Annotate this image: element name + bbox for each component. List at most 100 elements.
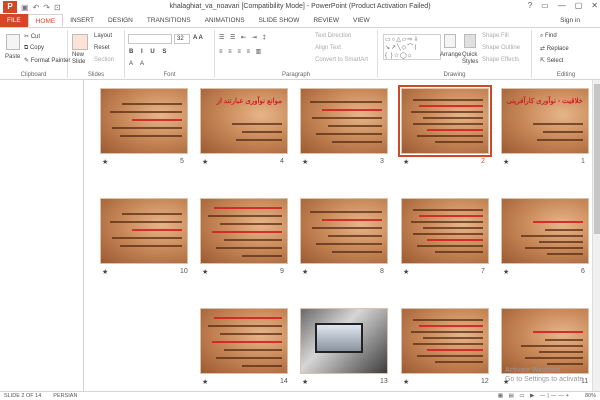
- slide-thumbnail[interactable]: [300, 308, 388, 374]
- convert-smartart-button[interactable]: Convert to SmartArt: [315, 57, 368, 63]
- slide-text-line: [220, 223, 282, 225]
- scrollbar-thumb[interactable]: [594, 84, 600, 234]
- slide-thumbnail[interactable]: [398, 85, 492, 157]
- slide-text-line: [332, 251, 382, 253]
- tab-file[interactable]: FILE: [0, 14, 28, 27]
- slide-thumbnail[interactable]: [501, 308, 589, 374]
- align-text-button[interactable]: Align Text: [315, 45, 341, 51]
- transition-star-icon[interactable]: ★: [302, 378, 308, 386]
- sign-in-link[interactable]: Sign in: [560, 17, 580, 24]
- powerpoint-window: P ▣ ↶ ↷ ⊡ khalaghiat_va_noavari [Compati…: [0, 0, 600, 400]
- help-icon[interactable]: ?: [528, 1, 532, 10]
- quick-styles-button[interactable]: Quick Styles: [462, 52, 478, 66]
- font-name-combo[interactable]: [128, 34, 172, 44]
- slide-text-line: [212, 231, 282, 233]
- laptop-image: [315, 323, 363, 353]
- format-painter-button[interactable]: ✎ Format Painter: [24, 57, 70, 64]
- list-buttons[interactable]: ☰ ☰ ⇤ ⇥ ‡: [219, 34, 268, 41]
- close-icon[interactable]: ✕: [591, 1, 598, 10]
- tab-animations[interactable]: ANIMATIONS: [198, 14, 252, 27]
- text-direction-button[interactable]: Text Direction: [315, 33, 351, 39]
- find-label: Find: [545, 33, 557, 39]
- layout-button[interactable]: Layout: [94, 33, 112, 39]
- slide-title: موانع نوآوری عبارتند از: [216, 98, 282, 105]
- zoom-level[interactable]: 80%: [585, 393, 596, 399]
- slide-thumbnail[interactable]: [501, 198, 589, 264]
- vertical-scrollbar[interactable]: [592, 80, 600, 391]
- ribbon-display-icon[interactable]: ▭: [541, 1, 549, 10]
- arrange-button[interactable]: Arrange: [440, 52, 461, 58]
- font-style-buttons[interactable]: B I U S: [129, 49, 169, 55]
- find-button[interactable]: ⌕ Find: [540, 33, 557, 40]
- paste-button[interactable]: Paste: [5, 54, 20, 60]
- redo-icon[interactable]: ↷: [43, 3, 50, 12]
- reset-button[interactable]: Reset: [94, 45, 110, 51]
- slide-text-line: [525, 357, 583, 359]
- language-indicator[interactable]: PERSIAN: [53, 393, 77, 399]
- slide-thumbnail[interactable]: [300, 198, 388, 264]
- section-button[interactable]: Section: [94, 57, 114, 63]
- font-color-buttons[interactable]: A A: [129, 61, 147, 67]
- quick-styles-icon[interactable]: [464, 34, 476, 48]
- start-icon[interactable]: ⊡: [54, 3, 61, 12]
- transition-star-icon[interactable]: ★: [202, 378, 208, 386]
- transition-star-icon[interactable]: ★: [202, 158, 208, 166]
- copy-button[interactable]: ⧉ Copy: [24, 45, 44, 52]
- slide-thumbnail[interactable]: [100, 198, 188, 264]
- grow-font-icon[interactable]: A A: [193, 35, 203, 41]
- tab-insert[interactable]: INSERT: [63, 14, 101, 27]
- slide-text-line: [236, 139, 282, 141]
- shape-effects-button[interactable]: Shape Effects: [482, 57, 519, 63]
- slide-text-line: [411, 111, 483, 113]
- cut-button[interactable]: ✂ Cut: [24, 33, 40, 40]
- arrange-icon[interactable]: [444, 34, 456, 48]
- slide-text-line: [537, 139, 583, 141]
- slide-sorter: خلاقیت - نوآوری کارآفرینی 1 ★ 2 ★ 3 ★ موانع نوآ…: [84, 80, 600, 391]
- transition-star-icon[interactable]: ★: [102, 268, 108, 276]
- transition-star-icon[interactable]: ★: [403, 268, 409, 276]
- select-button[interactable]: ⇱ Select: [540, 57, 563, 64]
- paste-icon[interactable]: [6, 34, 20, 50]
- shapes-gallery[interactable]: ▭○△▱⇨⇩ ↘↗╲◇⌒⟨{ }☆◯⌂: [383, 34, 441, 60]
- tab-transitions[interactable]: TRANSITIONS: [140, 14, 198, 27]
- transition-star-icon[interactable]: ★: [403, 378, 409, 386]
- new-slide-icon[interactable]: [72, 34, 88, 50]
- slide-thumbnail[interactable]: [200, 198, 288, 264]
- font-size-combo[interactable]: 32: [174, 34, 190, 44]
- maximize-icon[interactable]: ▢: [575, 1, 583, 10]
- tab-home[interactable]: HOME: [27, 14, 64, 27]
- tab-review[interactable]: REVIEW: [306, 14, 346, 27]
- replace-button[interactable]: ⇄ Replace: [540, 45, 569, 52]
- transition-star-icon[interactable]: ★: [202, 268, 208, 276]
- transition-star-icon[interactable]: ★: [503, 268, 509, 276]
- slide-text-line: [212, 341, 282, 343]
- transition-star-icon[interactable]: ★: [403, 158, 409, 166]
- editing-group: ⌕ Find ⇄ Replace ⇱ Select Editing: [532, 30, 600, 78]
- slide-text-line: [435, 251, 483, 253]
- undo-icon[interactable]: ↶: [33, 3, 40, 12]
- view-buttons[interactable]: ▦ ▤ ▭ ▶ —|——+: [498, 393, 571, 399]
- tab-design[interactable]: DESIGN: [101, 14, 140, 27]
- transition-star-icon[interactable]: ★: [302, 158, 308, 166]
- slide-thumbnail[interactable]: [100, 88, 188, 154]
- save-icon[interactable]: ▣: [21, 3, 29, 12]
- transition-star-icon[interactable]: ★: [503, 158, 509, 166]
- new-slide-button[interactable]: New Slide: [72, 52, 92, 66]
- shape-fill-button[interactable]: Shape Fill: [482, 33, 509, 39]
- copy-label: Copy: [29, 45, 44, 51]
- slide-thumbnail[interactable]: موانع نوآوری عبارتند از: [200, 88, 288, 154]
- slide-thumbnail[interactable]: خلاقیت - نوآوری کارآفرینی: [501, 88, 589, 154]
- shape-outline-button[interactable]: Shape Outline: [482, 45, 520, 51]
- slide-thumbnail[interactable]: [300, 88, 388, 154]
- minimize-icon[interactable]: —: [558, 1, 566, 10]
- transition-star-icon[interactable]: ★: [102, 158, 108, 166]
- slide-thumbnail[interactable]: [401, 308, 489, 374]
- slide-thumbnail[interactable]: [200, 308, 288, 374]
- tab-view[interactable]: VIEW: [346, 14, 377, 27]
- powerpoint-app-icon[interactable]: P: [3, 1, 17, 13]
- tab-slide-show[interactable]: SLIDE SHOW: [252, 14, 307, 27]
- transition-star-icon[interactable]: ★: [302, 268, 308, 276]
- slide-text-line: [110, 221, 182, 223]
- slide-thumbnail[interactable]: [401, 198, 489, 264]
- align-buttons[interactable]: ≡ ≡ ≡ ≡ ▥: [219, 48, 263, 55]
